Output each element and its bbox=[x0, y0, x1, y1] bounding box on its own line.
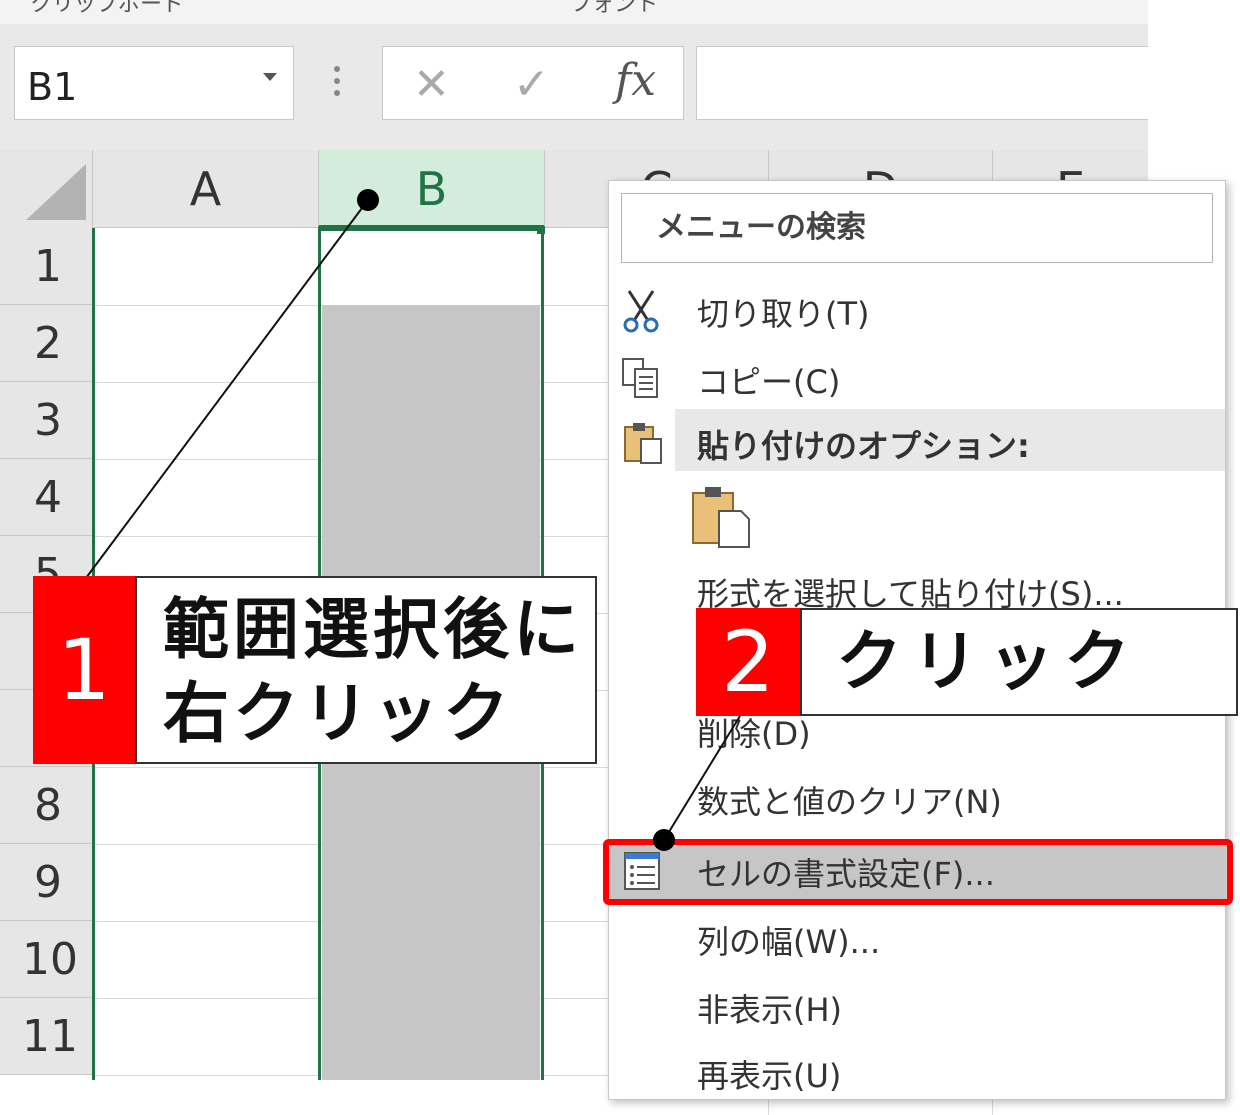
callout-pointer-2 bbox=[653, 829, 675, 851]
callout-step-1-line1: 範囲選択後に bbox=[163, 591, 583, 668]
callout-step-1-box: 範囲選択後に 右クリック bbox=[135, 576, 597, 764]
callout-pointer-1 bbox=[357, 189, 379, 211]
callout-step-2-box: クリック bbox=[800, 608, 1238, 716]
callout-step-1-line2: 右クリック bbox=[163, 675, 513, 752]
callout-leader-lines bbox=[85, 199, 741, 841]
callout-step-2-number: 2 bbox=[696, 608, 800, 716]
callout-step-1-number: 1 bbox=[33, 576, 135, 764]
